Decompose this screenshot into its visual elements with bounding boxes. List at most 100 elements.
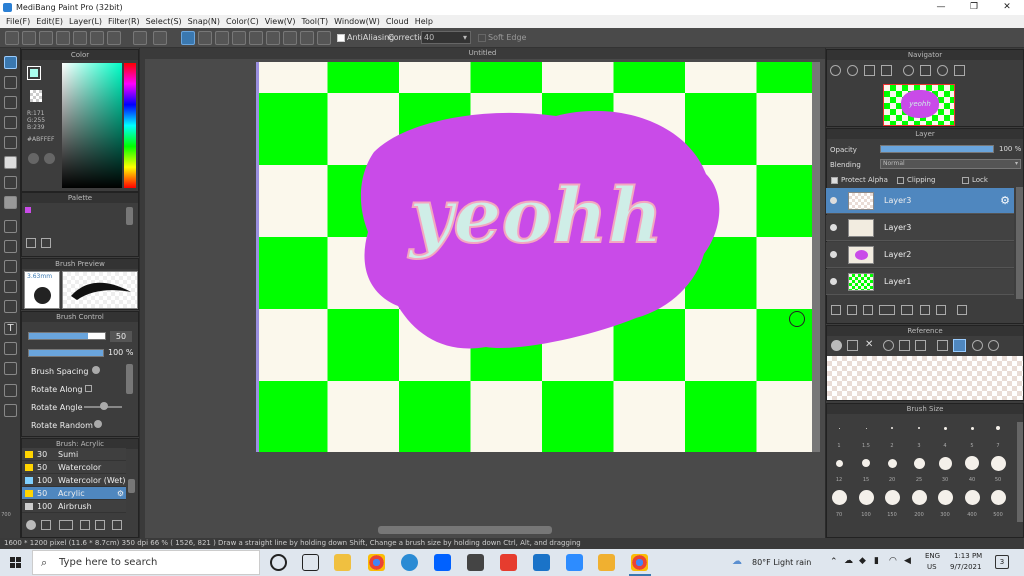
reference-cloud-icon[interactable] [831,340,842,351]
redo-icon[interactable] [153,31,167,45]
task-view-icon[interactable] [302,554,319,571]
canvas-tab[interactable]: Untitled [140,48,825,59]
rotate-random-handle[interactable] [94,420,102,428]
layer-row[interactable]: Layer3 [826,215,1014,241]
brush-size-dot[interactable] [835,459,843,467]
brush-list-item[interactable]: 50 Acrylic ⚙ [22,487,126,500]
reference-area[interactable] [827,356,1023,400]
new-file-icon[interactable] [56,31,70,45]
battery-icon[interactable]: ▮ [874,556,879,566]
select-eraser-icon[interactable] [4,300,17,313]
brush-size-dot[interactable] [911,489,927,505]
lasso-tool-icon[interactable] [4,240,17,253]
brush-size-dot[interactable] [831,489,847,505]
snap-circle-icon[interactable] [266,31,280,45]
brush-list-item[interactable]: 30 Sumi [22,448,126,461]
flip-icon[interactable] [920,65,931,76]
onedrive-icon[interactable]: ☁ [844,556,853,566]
saturation-value-field[interactable] [62,63,122,188]
gear-icon[interactable]: ⚙ [117,487,124,500]
brush-size-dot[interactable] [990,489,1006,505]
brush-list-item[interactable]: 100 Airbrush [22,500,126,513]
eyedropper-tool-icon[interactable] [4,384,17,397]
reference-rotate-icon[interactable] [972,340,983,351]
menu-cloud[interactable]: Cloud [386,17,409,26]
maximize-button[interactable]: ❐ [959,0,989,15]
layer-row[interactable]: Layer3 ⚙ [826,188,1014,214]
cloud-icon[interactable] [5,31,19,45]
rotate-along-checkbox[interactable] [85,385,92,392]
eye-icon[interactable] [830,251,837,258]
merge-layer-icon[interactable] [936,305,946,315]
brush-size-dot[interactable] [990,455,1006,471]
brush-duplicate-icon[interactable] [95,520,105,530]
gradient-tool-icon[interactable] [4,196,17,209]
canvas-vertical-scrollbar[interactable] [812,62,820,452]
canvas-document[interactable]: yeohh [256,62,812,452]
chat-icon[interactable] [39,31,53,45]
clock-time[interactable]: 1:13 PM [954,552,982,560]
menu-color[interactable]: Color(C) [226,17,259,26]
add-layer-menu-icon[interactable] [879,305,895,315]
foreground-color-swatch[interactable] [27,66,41,80]
undo-icon[interactable] [133,31,147,45]
reference-close-icon[interactable]: ✕ [865,339,873,350]
brush-size-slider[interactable] [28,332,106,340]
brush-size-dot[interactable] [938,456,952,470]
hue-slider[interactable] [124,63,136,188]
export-icon[interactable] [107,31,121,45]
menu-snap[interactable]: Snap(N) [188,17,220,26]
reference-eyedropper-icon[interactable] [937,340,948,351]
lock-view-icon[interactable] [954,65,965,76]
clipping-checkbox[interactable] [897,177,904,184]
menu-layer[interactable]: Layer(L) [69,17,102,26]
mail-icon[interactable] [533,554,550,571]
office-icon[interactable] [500,554,517,571]
move-tool-icon[interactable] [4,136,17,149]
snap-off-icon[interactable] [181,31,195,45]
store-icon[interactable] [467,554,484,571]
correction-dropdown[interactable]: 40 ▾ [421,31,471,44]
protect-alpha-checkbox[interactable] [831,177,838,184]
eye-icon[interactable] [830,278,837,285]
snap-radial-icon[interactable] [249,31,263,45]
weather-text[interactable]: 80°F Light rain [752,558,811,567]
brush-copy-icon[interactable] [80,520,90,530]
brush-size-dot[interactable] [891,427,893,429]
open-file-icon[interactable] [73,31,87,45]
brush-size-dot[interactable] [937,489,953,505]
menu-view[interactable]: View(V) [265,17,296,26]
snap-grid-icon[interactable] [215,31,229,45]
color-wheel-icon[interactable] [28,153,39,164]
divide-tool-icon[interactable] [4,362,17,375]
lock-checkbox[interactable] [962,177,969,184]
brush-list-scrollbar[interactable] [128,479,135,493]
start-button[interactable] [0,549,32,576]
save-icon[interactable] [90,31,104,45]
delete-layer-icon[interactable] [957,305,967,315]
brush-size-dot[interactable] [965,456,979,470]
close-button[interactable]: ✕ [992,0,1022,15]
brush-size-value[interactable]: 50 [110,331,132,342]
color-mixer-icon[interactable] [44,153,55,164]
eraser-tool-icon[interactable] [4,76,17,89]
chevron-up-icon[interactable]: ⌃ [830,557,838,567]
file-explorer-icon[interactable] [334,554,351,571]
brush-spacing-handle[interactable] [92,366,100,374]
fit-icon[interactable] [864,65,875,76]
minimize-button[interactable]: — [926,0,956,15]
menu-edit[interactable]: Edit(E) [36,17,63,26]
chrome-icon[interactable] [368,554,385,571]
background-color-swatch[interactable] [30,90,42,102]
rotate-angle-handle[interactable] [100,402,108,410]
rotate-right-icon[interactable] [937,65,948,76]
brush-size-dot[interactable] [838,427,840,429]
reference-actual-icon[interactable] [915,340,926,351]
layer-folder-icon[interactable] [901,305,913,315]
line-tool-icon[interactable] [4,116,17,129]
brush-add-icon[interactable] [26,520,36,530]
navigator-thumbnail[interactable]: yeohh [883,84,955,126]
taskbar-search-box[interactable]: ⌕ Type here to search [32,550,260,575]
magic-wand-icon[interactable] [4,260,17,273]
actual-size-icon[interactable] [881,65,892,76]
